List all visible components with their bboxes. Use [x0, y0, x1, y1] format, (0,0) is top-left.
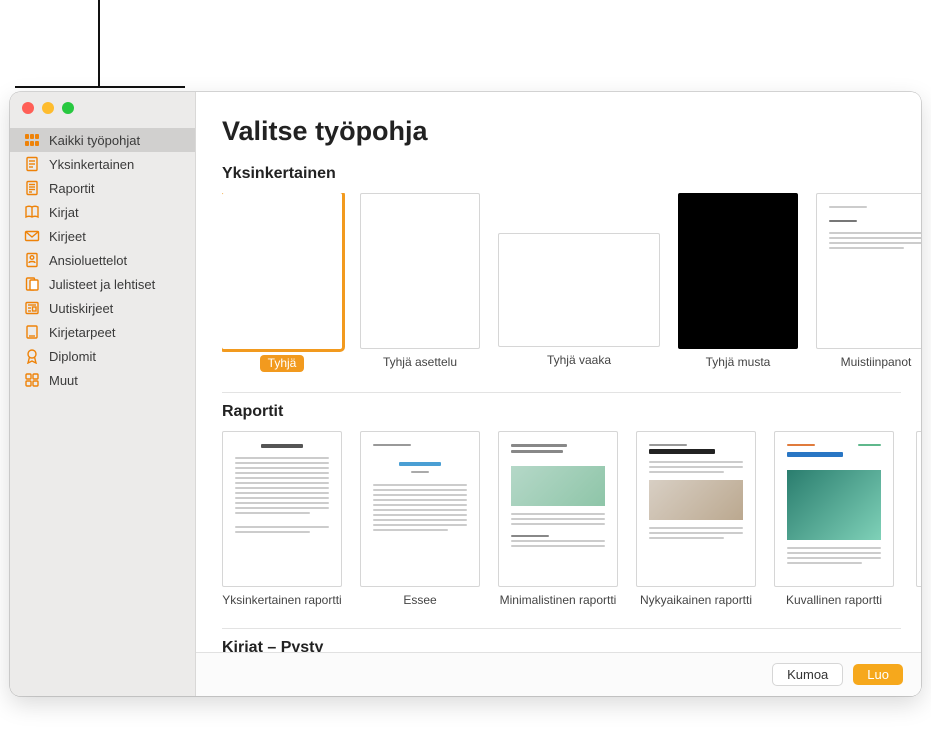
template-thumb [816, 193, 921, 349]
sidebar-item-label: Ansioluettelot [49, 253, 127, 268]
sidebar-item-label: Kaikki työpohjat [49, 133, 140, 148]
more-icon [24, 372, 40, 388]
template-blank-black[interactable]: Tyhjä musta [678, 193, 798, 372]
sidebar-item-certificates[interactable]: Diplomit [10, 344, 195, 368]
award-icon [24, 348, 40, 364]
create-button[interactable]: Luo [853, 664, 903, 685]
section-reports: Raportit Yksinkertainen raportti [222, 403, 921, 608]
sidebar-item-label: Kirjeet [49, 229, 86, 244]
template-label: Yksinkertainen raportti [222, 593, 341, 608]
sidebar-item-label: Diplomit [49, 349, 96, 364]
template-thumb [222, 431, 342, 587]
sidebar-item-label: Julisteet ja lehtiset [49, 277, 155, 292]
sidebar-item-letters[interactable]: Kirjeet [10, 224, 195, 248]
poster-icon [24, 276, 40, 292]
sidebar: Kaikki työpohjat Yksinkertainen Raportit… [10, 92, 196, 696]
template-label: Tyhjä asettelu [383, 355, 457, 370]
template-blank[interactable]: Tyhjä [222, 193, 342, 372]
template-label: Tyhjä vaaka [547, 353, 611, 368]
section-heading: Yksinkertainen [222, 165, 921, 183]
page-icon [24, 156, 40, 172]
cancel-button[interactable]: Kumoa [772, 663, 843, 686]
sidebar-item-label: Kirjat [49, 205, 79, 220]
stationery-icon [24, 324, 40, 340]
template-row: Tyhjä Tyhjä asettelu Tyhjä vaaka Tyhjä m… [222, 193, 921, 372]
template-thumb [498, 233, 660, 347]
template-row: Yksinkertainen raportti Essee [222, 431, 921, 608]
template-minimalist-report[interactable]: Minimalistinen raportti [498, 431, 618, 608]
template-thumb [916, 431, 921, 587]
template-thumb [360, 431, 480, 587]
template-chooser-window: Kaikki työpohjat Yksinkertainen Raportit… [10, 92, 921, 696]
template-thumb [678, 193, 798, 349]
zoom-window-button[interactable] [62, 102, 74, 114]
minimize-window-button[interactable] [42, 102, 54, 114]
template-photo-report[interactable]: Kuvallinen raportti [774, 431, 894, 608]
template-label: Tyhjä musta [706, 355, 771, 370]
sidebar-item-stationery[interactable]: Kirjetarpeet [10, 320, 195, 344]
sidebar-item-label: Yksinkertainen [49, 157, 134, 172]
template-essay[interactable]: Essee [360, 431, 480, 608]
template-overflow[interactable] [912, 431, 921, 608]
sidebar-item-label: Raportit [49, 181, 95, 196]
sidebar-item-label: Uutiskirjeet [49, 301, 113, 316]
sidebar-item-all-templates[interactable]: Kaikki työpohjat [10, 128, 195, 152]
sidebar-item-resumes[interactable]: Ansioluettelot [10, 248, 195, 272]
template-label: Muistiinpanot [841, 355, 912, 370]
resume-icon [24, 252, 40, 268]
template-blank-landscape[interactable]: Tyhjä vaaka [498, 233, 660, 372]
template-blank-layout[interactable]: Tyhjä asettelu [360, 193, 480, 372]
sidebar-item-other[interactable]: Muut [10, 368, 195, 392]
template-thumb [636, 431, 756, 587]
sidebar-item-newsletters[interactable]: Uutiskirjeet [10, 296, 195, 320]
callout-pointer [98, 0, 100, 88]
sidebar-item-flyers[interactable]: Julisteet ja lehtiset [10, 272, 195, 296]
report-icon [24, 180, 40, 196]
sidebar-item-basic[interactable]: Yksinkertainen [10, 152, 195, 176]
section-heading: Raportit [222, 403, 921, 421]
sidebar-item-books[interactable]: Kirjat [10, 200, 195, 224]
section-basic: Yksinkertainen Tyhjä Tyhjä asettelu Tyhj… [222, 165, 921, 372]
footer-bar: Kumoa Luo [196, 652, 921, 696]
newsletter-icon [24, 300, 40, 316]
template-simple-report[interactable]: Yksinkertainen raportti [222, 431, 342, 608]
grid-all-icon [24, 132, 40, 148]
template-label: Nykyaikainen raportti [640, 593, 752, 608]
template-modern-report[interactable]: Nykyaikainen raportti [636, 431, 756, 608]
divider [222, 628, 901, 629]
template-label: Minimalistinen raportti [500, 593, 617, 608]
template-notes[interactable]: Muistiinpanot [816, 193, 921, 372]
template-thumb [360, 193, 480, 349]
page-title: Valitse työpohja [222, 116, 921, 147]
letter-icon [24, 228, 40, 244]
template-thumb [222, 193, 342, 349]
sidebar-item-label: Kirjetarpeet [49, 325, 115, 340]
divider [222, 392, 901, 393]
template-label: Tyhjä [260, 355, 305, 372]
main-content: Valitse työpohja Yksinkertainen Tyhjä Ty… [196, 92, 921, 696]
template-label: Kuvallinen raportti [786, 593, 882, 608]
sidebar-item-label: Muut [49, 373, 78, 388]
sidebar-item-reports[interactable]: Raportit [10, 176, 195, 200]
template-thumb [774, 431, 894, 587]
close-window-button[interactable] [22, 102, 34, 114]
window-controls [22, 102, 74, 114]
book-icon [24, 204, 40, 220]
template-thumb [498, 431, 618, 587]
template-label: Essee [403, 593, 436, 608]
